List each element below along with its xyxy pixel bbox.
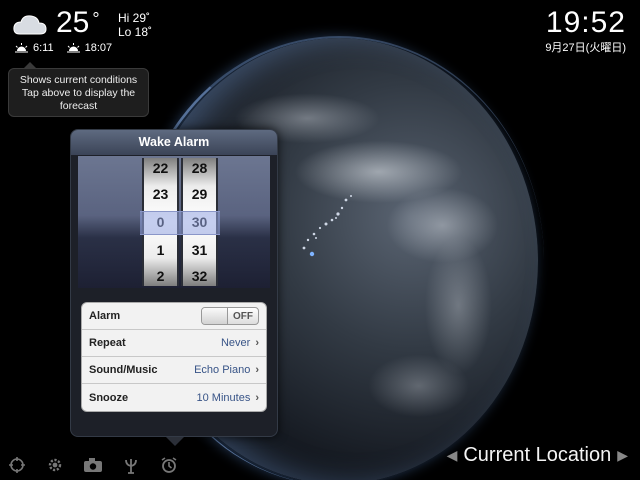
city-lights xyxy=(302,195,352,257)
camera-icon[interactable] xyxy=(82,456,104,474)
minute-option[interactable]: 28 xyxy=(183,160,216,176)
minute-option[interactable]: 29 xyxy=(183,186,216,202)
sunset-time: 18:07 xyxy=(84,42,113,54)
tooltip-line-1: Shows current conditions xyxy=(19,74,138,86)
time-picker[interactable]: 22 23 0 1 2 28 29 30 31 32 xyxy=(142,158,218,286)
alarm-row[interactable]: Alarm OFF xyxy=(82,303,266,330)
location-selector[interactable]: ◀ Current Location ▶ xyxy=(447,444,628,467)
alarm-clock-icon[interactable] xyxy=(158,456,180,474)
sound-label: Sound/Music xyxy=(89,364,158,376)
tooltip-line-3: forecast xyxy=(59,100,98,112)
repeat-row[interactable]: Repeat Never › xyxy=(82,330,266,357)
alarm-label: Alarm xyxy=(89,310,121,322)
time-picker-area: 22 23 0 1 2 28 29 30 31 32 xyxy=(78,156,270,288)
alarm-toggle[interactable]: OFF xyxy=(201,307,259,325)
cloud-icon xyxy=(13,15,47,35)
sun-times: 6:11 18:07 xyxy=(14,42,112,54)
chevron-right-icon: › xyxy=(255,391,259,404)
antenna-icon[interactable] xyxy=(120,456,142,474)
hour-option[interactable]: 2 xyxy=(144,268,177,284)
clock-widget: 19:52 9月27日(火曜日) xyxy=(545,6,626,55)
popover-title: Wake Alarm xyxy=(71,130,277,155)
minute-wheel[interactable]: 28 29 30 31 32 xyxy=(181,158,218,286)
low-temperature: Lo 18˚ xyxy=(118,25,153,39)
hi-lo-temperatures: Hi 29˚ Lo 18˚ xyxy=(118,11,152,39)
hour-wheel[interactable]: 22 23 0 1 2 xyxy=(142,158,179,286)
minute-option[interactable]: 31 xyxy=(183,242,216,258)
toggle-state-label: OFF xyxy=(233,311,253,322)
minute-option-selected[interactable]: 30 xyxy=(183,214,216,230)
location-label: Current Location xyxy=(463,444,612,466)
clock-time: 19:52 xyxy=(545,6,626,39)
hour-option[interactable]: 1 xyxy=(144,242,177,258)
minute-option[interactable]: 32 xyxy=(183,268,216,284)
sunset-icon xyxy=(66,43,80,53)
toggle-knob[interactable] xyxy=(202,308,228,324)
alarm-settings-list: Alarm OFF Repeat Never › Sound/Music Echo… xyxy=(81,302,267,412)
crosshair-icon[interactable] xyxy=(6,456,28,474)
wake-alarm-popover: Wake Alarm 22 23 0 1 2 28 29 30 31 32 Al… xyxy=(70,129,278,437)
tooltip-line-2: Tap above to display the xyxy=(21,87,136,99)
bottom-toolbar xyxy=(6,456,180,474)
sunrise: 6:11 xyxy=(14,42,54,54)
hour-option[interactable]: 22 xyxy=(144,160,177,176)
clock-date: 9月27日(火曜日) xyxy=(545,42,626,54)
high-temperature: Hi 29˚ xyxy=(118,11,151,25)
hour-option[interactable]: 23 xyxy=(144,186,177,202)
snooze-label: Snooze xyxy=(89,391,129,404)
snooze-value: 10 Minutes xyxy=(196,391,251,404)
degree-symbol: ° xyxy=(92,9,100,29)
next-location-arrow[interactable]: ▶ xyxy=(617,447,628,464)
sound-row[interactable]: Sound/Music Echo Piano › xyxy=(82,357,266,384)
chevron-right-icon: › xyxy=(255,364,259,376)
current-temperature[interactable]: 25 ° xyxy=(56,6,100,40)
repeat-value: Never xyxy=(220,337,251,349)
popover-arrow xyxy=(166,437,184,446)
chevron-right-icon: › xyxy=(255,337,259,349)
sunset: 18:07 xyxy=(66,42,113,54)
weather-tooltip: Shows current conditions Tap above to di… xyxy=(8,62,149,117)
prev-location-arrow[interactable]: ◀ xyxy=(447,447,458,464)
hour-option-selected[interactable]: 0 xyxy=(144,214,177,230)
sunrise-icon xyxy=(15,43,28,53)
repeat-label: Repeat xyxy=(89,337,126,349)
sunrise-time: 6:11 xyxy=(33,42,54,54)
gear-icon[interactable] xyxy=(44,456,66,474)
sound-value: Echo Piano xyxy=(194,364,251,376)
snooze-row[interactable]: Snooze 10 Minutes › xyxy=(82,384,266,411)
